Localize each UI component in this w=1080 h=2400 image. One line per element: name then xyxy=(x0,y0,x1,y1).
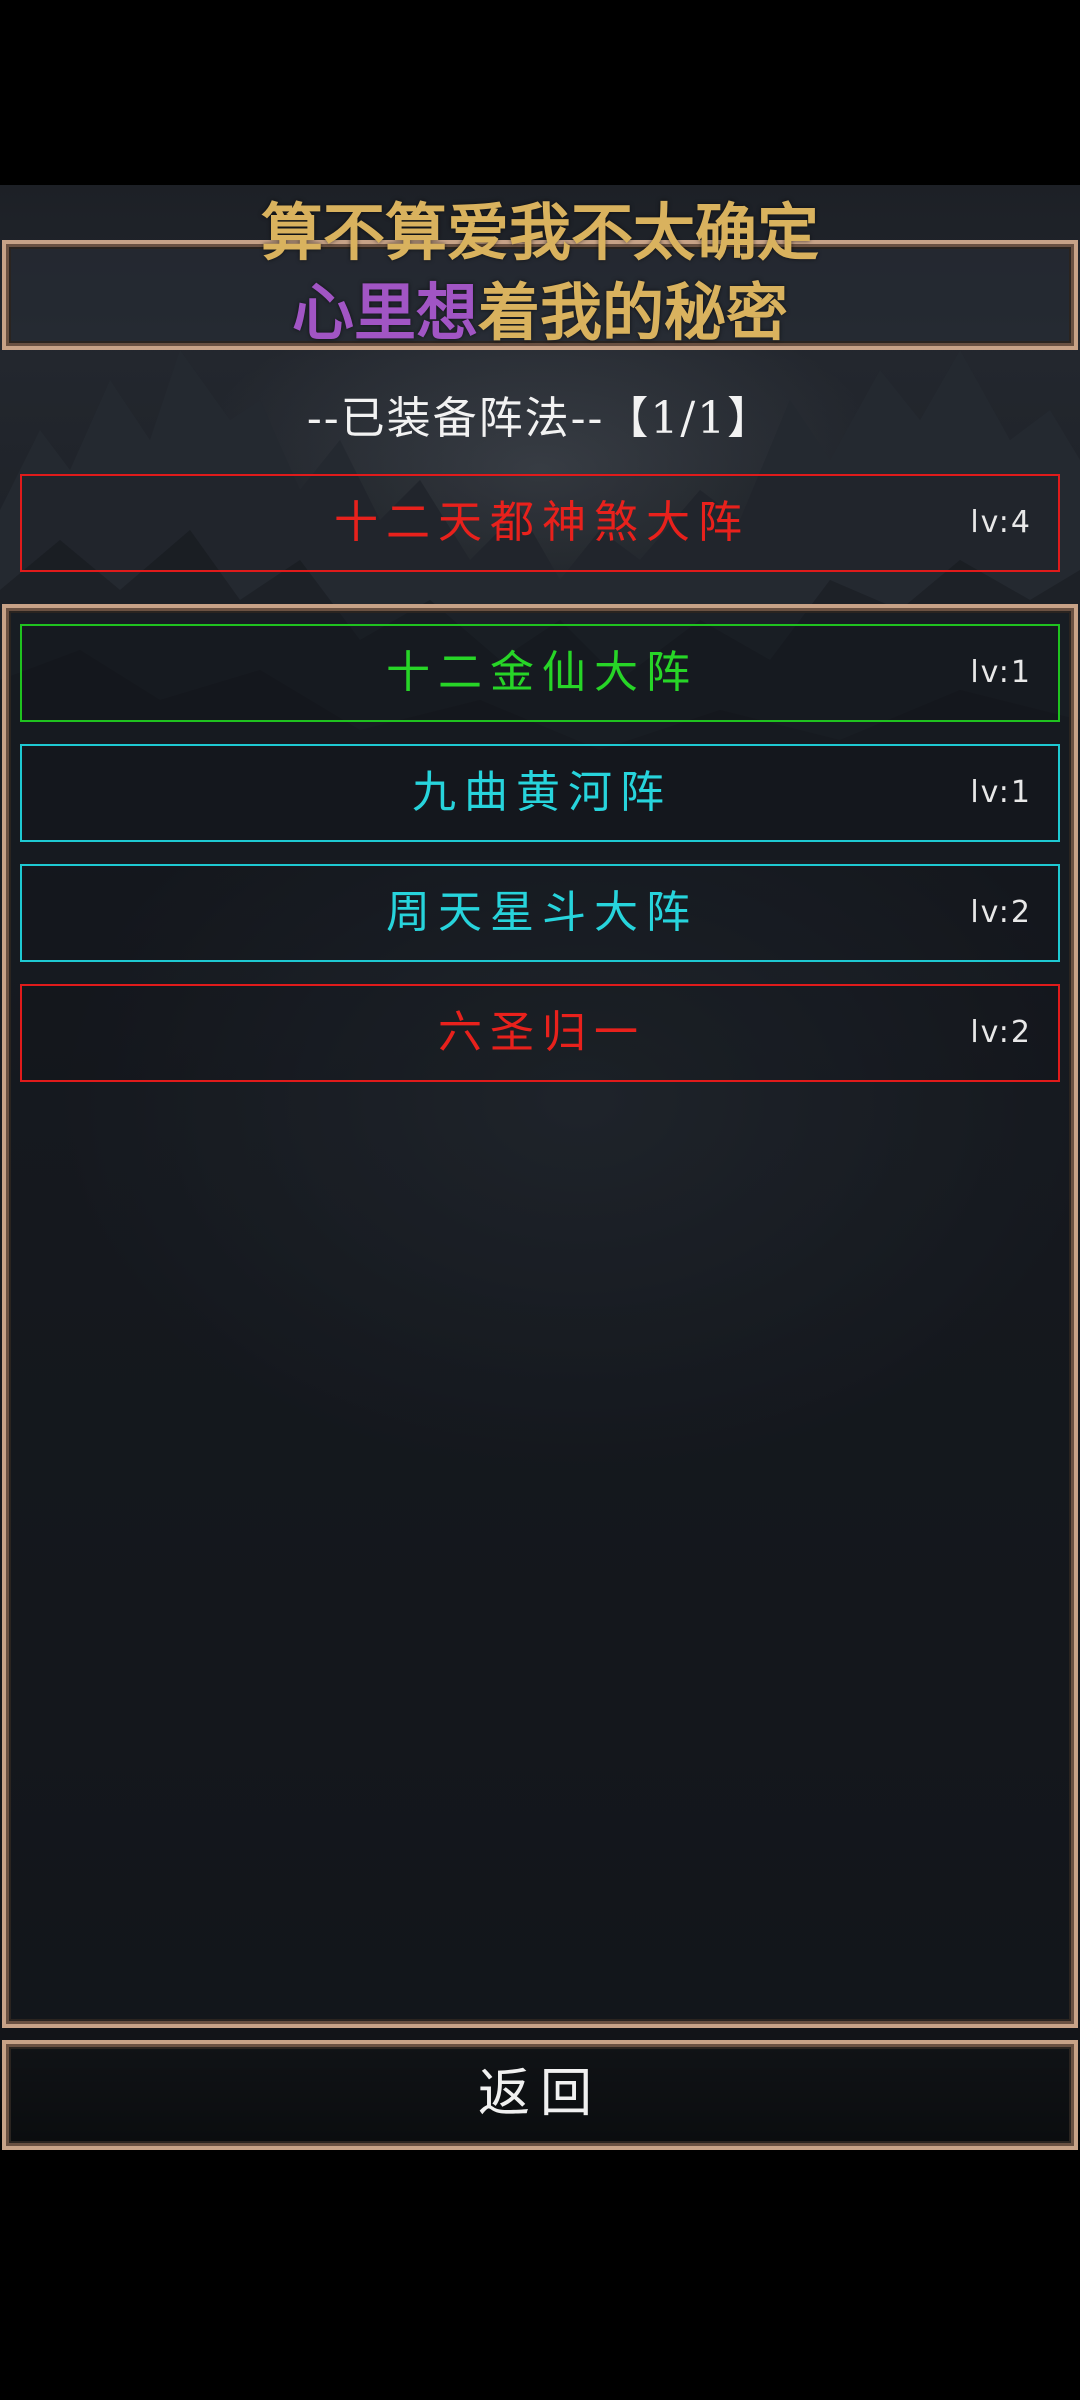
formation-item[interactable]: 周天星斗大阵 lv:2 xyxy=(20,864,1060,962)
top-black-band xyxy=(0,0,1080,185)
formation-item[interactable]: 九曲黄河阵 lv:1 xyxy=(20,744,1060,842)
formation-name: 十二金仙大阵 xyxy=(386,647,698,698)
formation-item[interactable]: 六圣归一 lv:2 xyxy=(20,984,1060,1082)
formation-name: 十二天都神煞大阵 xyxy=(334,497,750,548)
lyric-overlay-rest: 着我的秘密 xyxy=(478,276,789,349)
equipped-formation-item[interactable]: 十二天都神煞大阵 lv:4 xyxy=(20,474,1060,572)
formation-level: lv:1 xyxy=(970,775,1032,810)
bottom-black-band xyxy=(0,2155,1080,2400)
lyric-overlay-line-1: 算不算爱我不太确定 xyxy=(260,196,819,269)
lyric-overlay-highlight: 心里想 xyxy=(291,276,478,349)
formation-level: lv:2 xyxy=(970,895,1032,930)
formation-name: 九曲黄河阵 xyxy=(412,767,672,818)
formation-level: lv:2 xyxy=(970,1015,1032,1050)
lyric-overlay-line-2: 心里想着我的秘密 xyxy=(0,262,1080,352)
formation-name: 六圣归一 xyxy=(438,1007,646,1058)
back-button[interactable]: 返回 xyxy=(2,2040,1078,2150)
formation-item[interactable]: 十二金仙大阵 lv:1 xyxy=(20,624,1060,722)
equipped-formations-title: --已装备阵法--【1/1】 xyxy=(306,393,774,444)
formation-level: lv:4 xyxy=(970,505,1032,540)
formation-level: lv:1 xyxy=(970,655,1032,690)
formation-name: 周天星斗大阵 xyxy=(386,887,698,938)
back-button-label: 返回 xyxy=(477,2064,602,2124)
